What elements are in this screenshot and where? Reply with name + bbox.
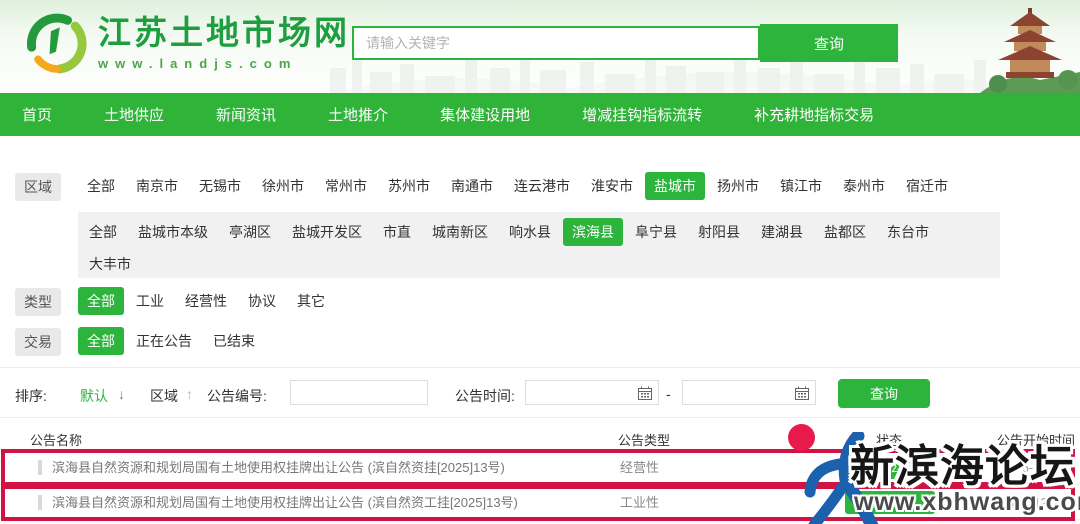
sort-region-button[interactable]: 区域 <box>150 386 178 406</box>
logo-swirl-icon <box>24 12 88 76</box>
subregion-option[interactable]: 阜宁县 <box>626 218 686 246</box>
region-option[interactable]: 无锡市 <box>190 172 250 200</box>
region-option[interactable]: 常州市 <box>316 172 376 200</box>
nav-item[interactable]: 首页 <box>22 104 52 125</box>
status-badge[interactable]: 正在公告 <box>845 491 935 514</box>
subregion-option[interactable]: 亭湖区 <box>220 218 280 246</box>
region-options: 全部南京市无锡市徐州市常州市苏州市南通市连云港市淮安市盐城市扬州市镇江市泰州市宿… <box>78 172 960 200</box>
site-url: www.landjs.com <box>98 56 350 71</box>
col-header-type: 公告类型 <box>618 430 670 449</box>
notice-list: 滨海县自然资源和规划局国有土地使用权挂牌出让公告 (滨自然资挂[2025]13号… <box>0 450 1080 520</box>
deal-option[interactable]: 正在公告 <box>127 327 201 355</box>
deal-filter-label: 交易 <box>15 328 61 356</box>
site-title: 江苏土地市场网 <box>98 12 350 54</box>
col-header-start-time: 公告开始时间 <box>997 430 1075 449</box>
divider <box>0 417 1080 418</box>
region-option[interactable]: 南京市 <box>127 172 187 200</box>
notice-no-label: 公告编号: <box>207 386 267 406</box>
region-option[interactable]: 苏州市 <box>379 172 439 200</box>
search-input[interactable] <box>352 26 760 60</box>
table-row[interactable]: 滨海县自然资源和规划局国有土地使用权挂牌出让公告 (滨自然资工挂[2025]13… <box>0 485 1080 520</box>
type-option[interactable]: 其它 <box>288 287 334 315</box>
type-option[interactable]: 协议 <box>239 287 285 315</box>
region-option[interactable]: 南通市 <box>442 172 502 200</box>
subregion-option[interactable]: 盐都区 <box>815 218 875 246</box>
notice-type: 经营性 <box>620 450 659 485</box>
col-header-status: 状态 <box>876 430 902 449</box>
main-nav: 首页 土地供应 新闻资讯 土地推介 集体建设用地 增减挂钩指标流转 补充耕地指标交易 <box>0 93 1080 136</box>
notice-no-input[interactable] <box>290 380 428 405</box>
nav-item[interactable]: 增减挂钩指标流转 <box>582 104 702 125</box>
calendar-icon <box>795 386 809 400</box>
sort-asc-icon[interactable]: ↑ <box>186 386 193 402</box>
region-filter-label: 区域 <box>15 173 61 201</box>
subregion-option[interactable]: 城南新区 <box>423 218 497 246</box>
type-option[interactable]: 经营性 <box>176 287 236 315</box>
row-accent-bar <box>38 460 42 475</box>
sort-label: 排序: <box>15 386 47 406</box>
notice-date: 2025-12-24 <box>1000 450 1067 485</box>
nav-item[interactable]: 补充耕地指标交易 <box>754 104 874 125</box>
subregion-option[interactable]: 建湖县 <box>752 218 812 246</box>
region-option[interactable]: 镇江市 <box>771 172 831 200</box>
notice-title[interactable]: 滨海县自然资源和规划局国有土地使用权挂牌出让公告 (滨自然资工挂[2025]13… <box>52 485 518 520</box>
search-button[interactable]: 查询 <box>760 24 898 62</box>
date-from-input[interactable] <box>525 380 659 405</box>
subregion-option[interactable]: 东台市 <box>878 218 938 246</box>
region-option[interactable]: 泰州市 <box>834 172 894 200</box>
header-search: 查询 <box>352 24 898 62</box>
nav-item[interactable]: 土地推介 <box>328 104 388 125</box>
region-option[interactable]: 徐州市 <box>253 172 313 200</box>
divider <box>0 367 1080 368</box>
region-option[interactable]: 扬州市 <box>708 172 768 200</box>
type-option[interactable]: 工业 <box>127 287 173 315</box>
calendar-icon <box>638 386 652 400</box>
nav-item[interactable]: 集体建设用地 <box>440 104 530 125</box>
subregion-panel: 全部盐城市本级亭湖区盐城开发区市直城南新区响水县滨海县阜宁县射阳县建湖县盐都区东… <box>78 212 1000 278</box>
region-option[interactable]: 盐城市 <box>645 172 705 200</box>
region-option[interactable]: 淮安市 <box>582 172 642 200</box>
type-filter-label: 类型 <box>15 288 61 316</box>
region-option[interactable]: 全部 <box>78 172 124 200</box>
notice-time-label: 公告时间: <box>455 386 515 406</box>
notice-type: 工业性 <box>620 485 659 520</box>
notice-date: 2025-12-24 <box>1000 485 1067 520</box>
subregion-options-line2: 大丰市 <box>80 250 1000 278</box>
watermark-dot-icon <box>788 424 815 451</box>
subregion-option[interactable]: 滨海县 <box>563 218 623 246</box>
site-logo[interactable]: 江苏土地市场网 www.landjs.com <box>24 12 350 76</box>
col-header-name: 公告名称 <box>30 430 82 449</box>
subregion-options-line1: 全部盐城市本级亭湖区盐城开发区市直城南新区响水县滨海县阜宁县射阳县建湖县盐都区东… <box>80 218 1000 246</box>
query-button[interactable]: 查询 <box>838 379 930 408</box>
subregion-option[interactable]: 射阳县 <box>689 218 749 246</box>
page: 江苏土地市场网 www.landjs.com 查询 首页 土地供应 新闻资讯 土地推介… <box>0 0 1080 524</box>
subregion-option[interactable]: 全部 <box>80 218 126 246</box>
nav-item[interactable]: 新闻资讯 <box>216 104 276 125</box>
sort-default-button[interactable]: 默认 <box>80 386 108 406</box>
nav-item[interactable]: 土地供应 <box>104 104 164 125</box>
deal-options: 全部正在公告已结束 <box>78 327 267 355</box>
subregion-option[interactable]: 市直 <box>374 218 420 246</box>
region-option[interactable]: 连云港市 <box>505 172 579 200</box>
pagoda-image <box>980 0 1080 93</box>
date-to-input[interactable] <box>682 380 816 405</box>
status-badge[interactable]: 正在公告 <box>845 456 935 479</box>
site-header: 江苏土地市场网 www.landjs.com 查询 <box>0 0 1080 93</box>
subregion-option[interactable]: 盐城市本级 <box>129 218 217 246</box>
subregion-option[interactable]: 响水县 <box>500 218 560 246</box>
sort-desc-icon[interactable]: ↓ <box>118 386 125 402</box>
region-option[interactable]: 宿迁市 <box>897 172 957 200</box>
subregion-option[interactable]: 大丰市 <box>80 250 140 278</box>
type-option[interactable]: 全部 <box>78 287 124 315</box>
table-row[interactable]: 滨海县自然资源和规划局国有土地使用权挂牌出让公告 (滨自然资挂[2025]13号… <box>0 450 1080 485</box>
deal-option[interactable]: 已结束 <box>204 327 264 355</box>
subregion-option[interactable]: 盐城开发区 <box>283 218 371 246</box>
row-accent-bar <box>38 495 42 510</box>
notice-title[interactable]: 滨海县自然资源和规划局国有土地使用权挂牌出让公告 (滨自然资挂[2025]13号… <box>52 450 505 485</box>
deal-option[interactable]: 全部 <box>78 327 124 355</box>
date-range-separator: - <box>666 386 671 402</box>
type-options: 全部工业经营性协议其它 <box>78 287 337 315</box>
